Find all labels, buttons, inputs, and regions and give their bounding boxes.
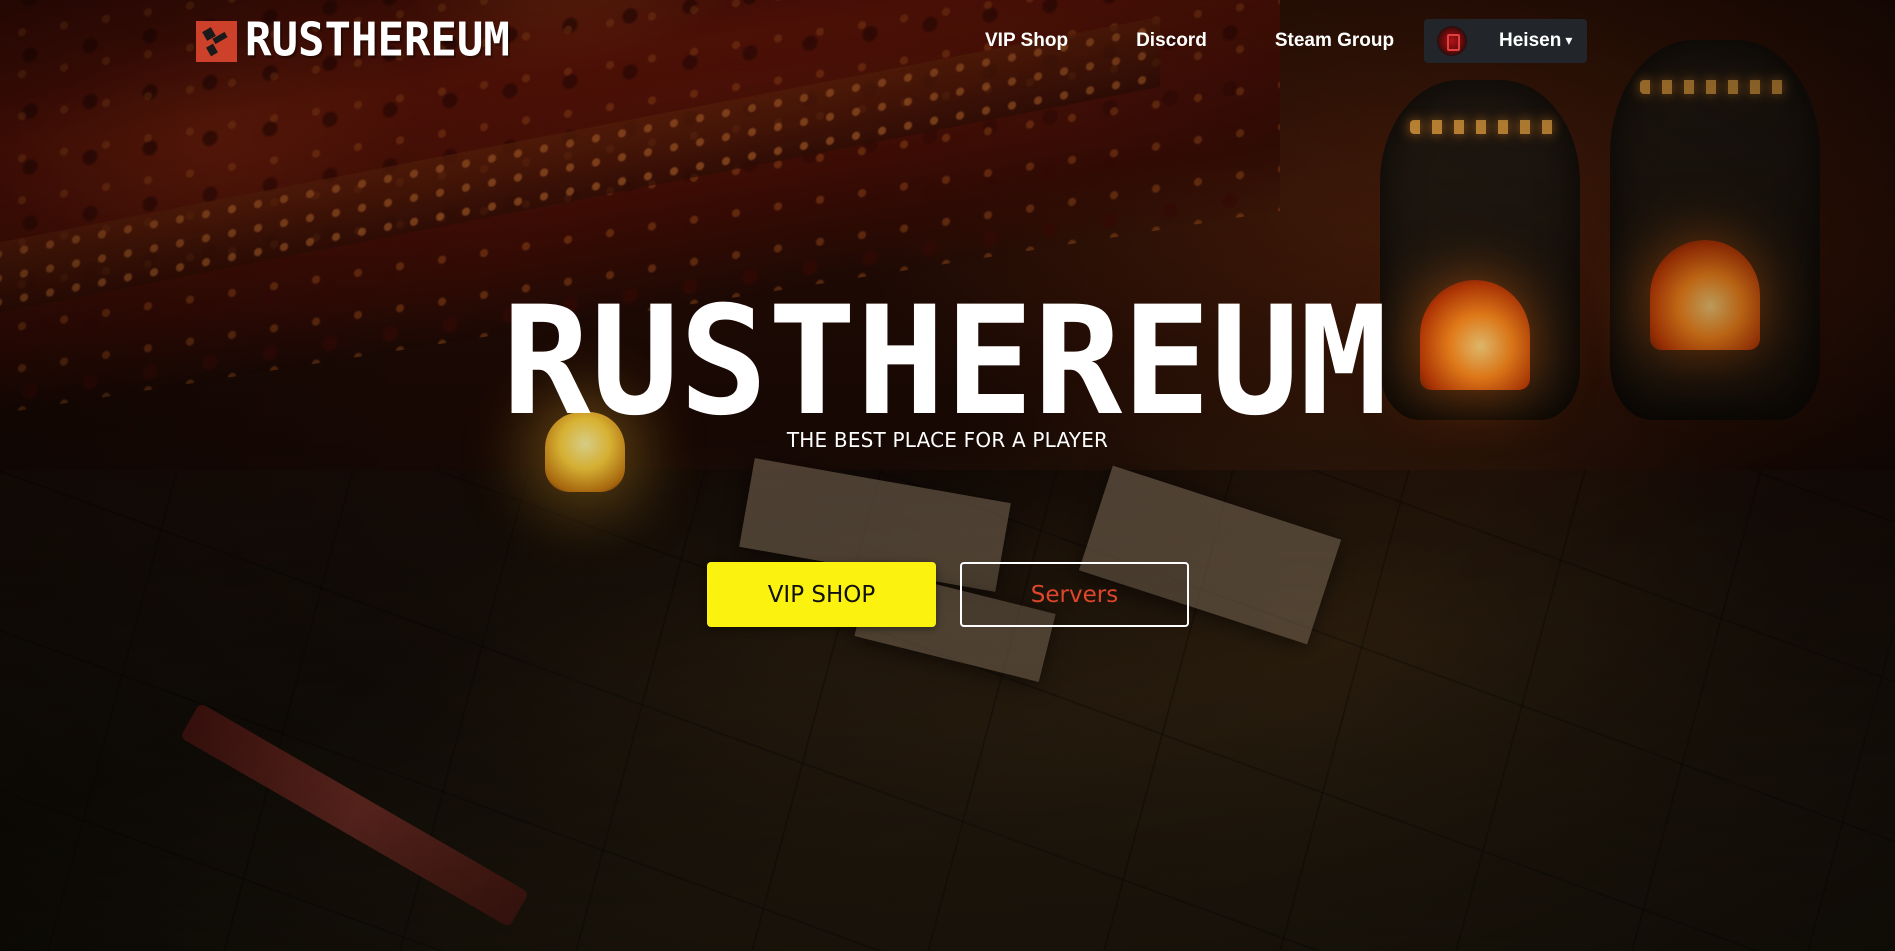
servers-button[interactable]: Servers — [960, 562, 1189, 627]
nav-link-vip-shop[interactable]: VIP Shop — [985, 30, 1068, 52]
nav-link-steam-group[interactable]: Steam Group — [1275, 30, 1394, 52]
hero-title-text: RUSTHEREUM — [502, 295, 1388, 425]
nav-link-discord[interactable]: Discord — [1136, 30, 1207, 52]
user-menu-button[interactable]: Heisen ▾ — [1424, 19, 1587, 63]
hero-subtitle: THE BEST PLACE FOR A PLAYER — [786, 428, 1109, 452]
main-nav: VIP Shop Discord Steam Group — [985, 18, 1394, 64]
hero-title: RUSTHEREUM — [497, 295, 1393, 425]
logo-text: RUSTHEREUM — [245, 13, 510, 68]
vip-shop-button[interactable]: VIP SHOP — [707, 562, 936, 627]
rust-logo-icon — [196, 20, 237, 62]
hero-background-image — [0, 0, 1895, 951]
avatar — [1437, 26, 1467, 56]
user-name: Heisen — [1499, 30, 1562, 51]
page: RUSTHEREUM VIP Shop Discord Steam Group … — [0, 0, 1895, 951]
site-logo[interactable]: RUSTHEREUM — [196, 13, 510, 68]
chevron-down-icon: ▾ — [1565, 33, 1573, 49]
